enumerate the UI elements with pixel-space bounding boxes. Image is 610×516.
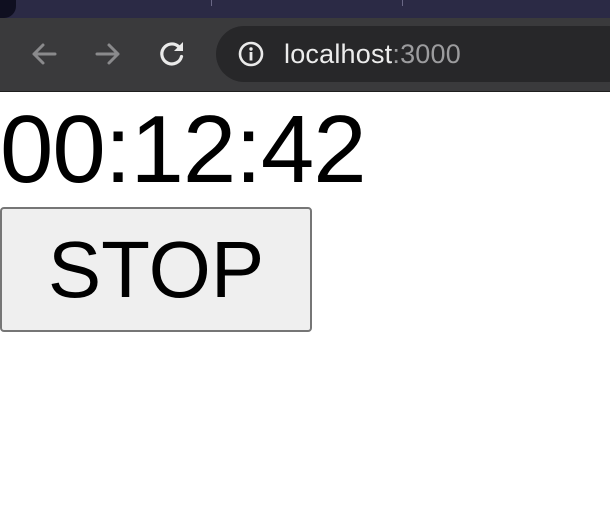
page-content: 00:12:42 STOP <box>0 92 610 516</box>
arrow-left-icon <box>32 43 57 65</box>
reload-button[interactable] <box>154 36 190 72</box>
stop-button[interactable]: STOP <box>0 207 312 332</box>
url-text: localhost:3000 <box>284 39 461 69</box>
tab-strip <box>0 0 610 18</box>
back-button[interactable] <box>26 36 62 72</box>
address-bar[interactable]: localhost:3000 <box>216 26 610 82</box>
url-host: localhost <box>284 39 393 69</box>
arrow-right-icon <box>95 43 120 65</box>
info-circle-icon[interactable] <box>238 41 264 67</box>
forward-button[interactable] <box>90 36 126 72</box>
url-port: :3000 <box>392 39 461 69</box>
tab-separator <box>402 0 403 6</box>
tab-separator <box>211 0 212 6</box>
reload-icon <box>160 42 184 66</box>
browser-toolbar: localhost:3000 <box>0 18 610 92</box>
timer-display: 00:12:42 <box>0 96 367 203</box>
tab-strip-corner <box>0 0 16 18</box>
